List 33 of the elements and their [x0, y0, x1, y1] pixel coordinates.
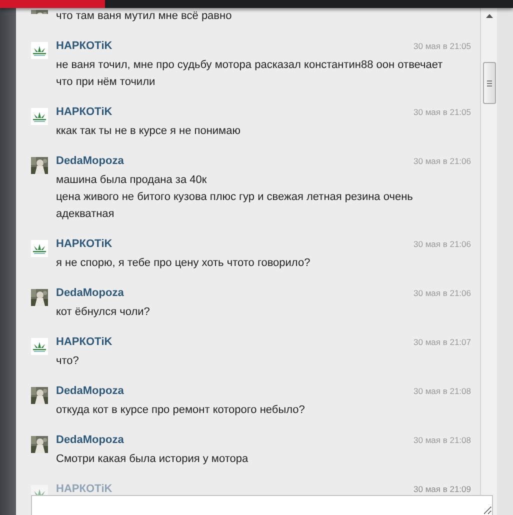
message-time: 30 мая в 21:05 — [414, 107, 471, 117]
leaf-logo-icon — [31, 240, 48, 257]
leaf-logo-icon — [31, 42, 48, 59]
author-name[interactable]: DedaMopoza — [56, 385, 124, 397]
author-name[interactable]: НАРКОТiK — [56, 106, 112, 118]
author-name[interactable]: НАРКОТiK — [56, 40, 112, 52]
message-text: Смотри какая была история у мотора — [56, 452, 250, 467]
message-text: откуда кот в курсе про ремонт которого небыло? — [56, 403, 306, 418]
message-time: 30 мая в 21:08 — [414, 386, 471, 396]
message-text: машина была продана за 40к — [56, 173, 208, 188]
author-name[interactable]: НАРКОТiK — [56, 238, 112, 250]
message-time: 30 мая в 21:05 — [414, 41, 471, 51]
scroll-up-icon[interactable] — [486, 14, 492, 18]
author-name[interactable]: DedaMopoza — [56, 155, 124, 167]
message-time: 30 мая в 21:06 — [414, 239, 471, 249]
message-time: 30 мая в 21:06 — [414, 156, 471, 166]
message-text: я не спорю, я тебе про цену хоть чтото говорило? — [56, 256, 312, 271]
message-text: кот ёбнулся чоли? — [56, 305, 151, 320]
leaf-logo-icon — [31, 108, 48, 125]
message-time: 30 мая в 21:09 — [414, 484, 471, 494]
message-text: цена живого не битого кузова плюс гур и свежая летная резина очень адекватная — [56, 190, 414, 222]
message-text: что там ваня мутил мне всё равно — [56, 9, 233, 24]
scrollbar-thumb[interactable] — [482, 62, 496, 104]
author-name[interactable]: DedaMopoza — [56, 434, 124, 446]
leaf-logo-icon — [31, 338, 48, 355]
message-text: что? — [56, 354, 80, 369]
message-text: ккак так ты не в курсе я не понимаю — [56, 124, 242, 139]
message-time: 30 мая в 21:08 — [414, 435, 471, 445]
message-time: 30 мая в 21:07 — [414, 337, 471, 347]
message-text: не ваня точил, мне про судьбу мотора расказал константин88 оон отвечает что при нём точили — [56, 58, 444, 90]
message-time: 30 мая в 21:06 — [414, 288, 471, 298]
author-name[interactable]: НАРКОТiK — [56, 336, 112, 348]
author-name[interactable]: DedaMopoza — [56, 287, 124, 299]
